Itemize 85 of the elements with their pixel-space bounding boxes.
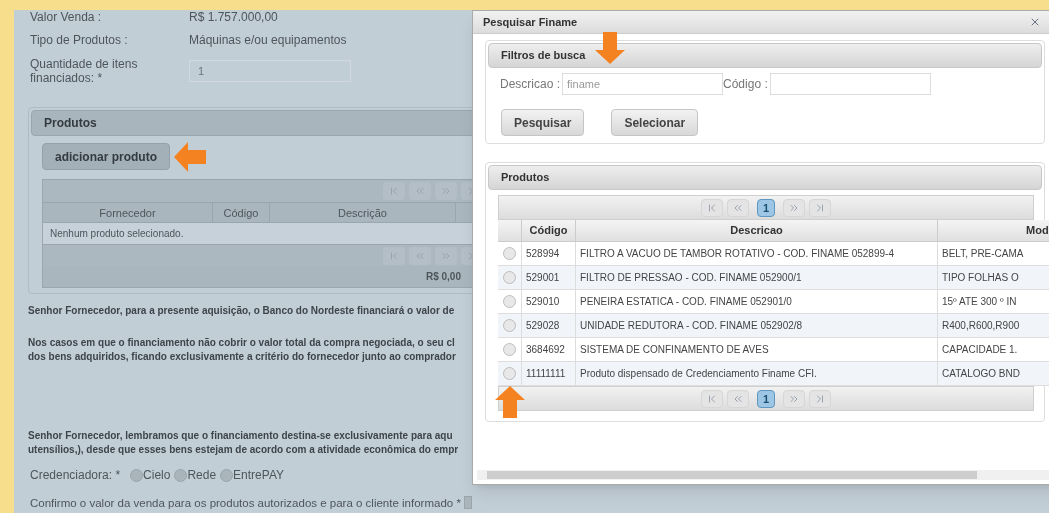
filter-label: Código :	[723, 76, 768, 93]
confirm-label: Confirmo o valor da venda para os produtos autorizados e para o cliente informado *	[30, 495, 461, 510]
radio-label: Cielo	[143, 468, 171, 482]
empty-message: Nenhum produto selecionado.	[50, 226, 184, 241]
previous-page-button[interactable]	[727, 389, 749, 408]
radio-button[interactable]	[503, 319, 516, 332]
field-value: Máquinas e/ou equipamentos	[189, 33, 347, 47]
column-header: Código	[213, 203, 270, 222]
next-page-button[interactable]	[435, 246, 457, 265]
confirm-checkbox[interactable]	[463, 496, 472, 509]
table-cell-text: 15º ATE 300 º IN	[942, 295, 1017, 309]
radio-button[interactable]	[130, 468, 144, 482]
horizontal-scrollbar[interactable]	[477, 470, 1049, 480]
column-header: Fornecedor	[43, 203, 213, 222]
filter-input[interactable]: finame	[562, 73, 724, 95]
column-header: Descrição	[270, 203, 456, 222]
dialog-title: Pesquisar Finame	[483, 14, 578, 30]
table-cell-text: TIPO FOLHAS O	[942, 271, 1019, 285]
quantity-input[interactable]: 1	[189, 60, 351, 82]
first-page-button[interactable]	[383, 246, 405, 265]
filter-label: Descricao :	[500, 76, 561, 93]
first-page-button[interactable]	[701, 198, 723, 217]
next-page-button[interactable]	[435, 182, 457, 200]
close-icon[interactable]	[1029, 16, 1041, 28]
previous-page-button[interactable]	[409, 182, 431, 200]
page-button[interactable]: 1	[757, 198, 775, 217]
panel-title: Produtos	[501, 170, 550, 186]
radio-button[interactable]	[174, 468, 188, 482]
table-cell-text: 3684692	[526, 343, 565, 357]
table-cell-text: 528994	[526, 247, 560, 261]
table-cell-text: 529028	[526, 319, 560, 333]
table-cell-text: CATALOGO BND	[942, 367, 1020, 381]
radio-button[interactable]	[503, 247, 516, 260]
previous-page-button[interactable]	[727, 198, 749, 217]
radio-button[interactable]	[503, 343, 516, 356]
next-page-button[interactable]	[783, 198, 805, 217]
action-button[interactable]: Pesquisar	[501, 109, 585, 136]
field-value: R$ 1.757.000,00	[189, 10, 278, 24]
radio-label: Rede	[187, 468, 217, 482]
field-label: Tipo de Produtos :	[30, 33, 129, 47]
previous-page-icon	[414, 185, 426, 197]
arrow-icon	[493, 385, 527, 419]
credenciadora-label: Credenciadora: *	[30, 468, 121, 482]
panel-title: Produtos	[44, 116, 97, 130]
table-cell-text: FILTRO DE PRESSAO - COD. FINAME 052900/1	[580, 271, 802, 285]
next-page-icon	[440, 185, 452, 197]
radio-button[interactable]	[220, 468, 234, 482]
column-header: Mod	[938, 220, 1049, 241]
filter-input[interactable]	[769, 73, 931, 95]
table-cell-text: Produto dispensado de Credenciamento Finame CFI.	[580, 367, 817, 381]
total-value: R$ 0,00	[425, 269, 461, 284]
table-cell-text: PENEIRA ESTATICA - COD. FINAME 052901/0	[580, 295, 792, 309]
notice-paragraph: Senhor Fornecedor, para a presente aquisição, o Banco do Nordeste financiará o valor de	[28, 304, 456, 318]
radio-label: EntrePAY	[233, 468, 285, 482]
table-cell-text: BELT, PRE-CAMA	[942, 247, 1024, 261]
column-header: Código	[522, 220, 576, 241]
table-cell-text: CAPACIDADE 1.	[942, 343, 1018, 357]
notice-paragraph: Senhor Fornecedor, lembramos que o financiamento destina-se exclusivamente para aqu utensílios,), desde que esses bens estejam de acordo com a atividade econômica do empr	[28, 429, 460, 457]
table-cell-text: R400,R600,R900	[942, 319, 1020, 333]
table-cell-text: 529010	[526, 295, 560, 309]
first-page-icon	[706, 201, 718, 214]
next-page-button[interactable]	[783, 389, 805, 408]
column-header: Descricao	[576, 220, 938, 241]
first-page-button[interactable]	[383, 182, 405, 200]
notice-paragraph: Nos casos em que o financiamento não cobrir o valor total da compra negociada, o seu cl dos bens adquiridos, ficando exclusivamente a critério do fornecedor junto ao comprador	[28, 336, 457, 364]
field-label: Quantidade de itens financiados: *	[30, 57, 139, 85]
first-page-icon	[706, 392, 718, 405]
page-button[interactable]: 1	[757, 389, 775, 408]
arrow-icon	[593, 31, 627, 65]
table-cell-text: FILTRO A VACUO DE TAMBOR ROTATIVO - COD. FINAME 052899-4	[580, 247, 894, 261]
radio-button[interactable]	[503, 295, 516, 308]
radio-button[interactable]	[503, 271, 516, 284]
first-page-icon	[388, 185, 400, 197]
action-button[interactable]: Selecionar	[611, 109, 699, 136]
table-cell-text: SISTEMA DE CONFINAMENTO DE AVES	[580, 343, 769, 357]
previous-page-button[interactable]	[409, 246, 431, 265]
first-page-button[interactable]	[701, 389, 723, 408]
add-product-button[interactable]: adicionar produto	[42, 143, 170, 170]
radio-button[interactable]	[503, 367, 516, 380]
panel-title: Filtros de busca	[501, 48, 586, 64]
first-page-icon	[388, 249, 400, 262]
field-label: Valor Venda :	[30, 10, 103, 24]
table-cell-text: 529001	[526, 271, 560, 285]
table-cell-text: 11111111	[526, 367, 566, 381]
table-cell-text: UNIDADE REDUTORA - COD. FINAME 052902/8	[580, 319, 803, 333]
